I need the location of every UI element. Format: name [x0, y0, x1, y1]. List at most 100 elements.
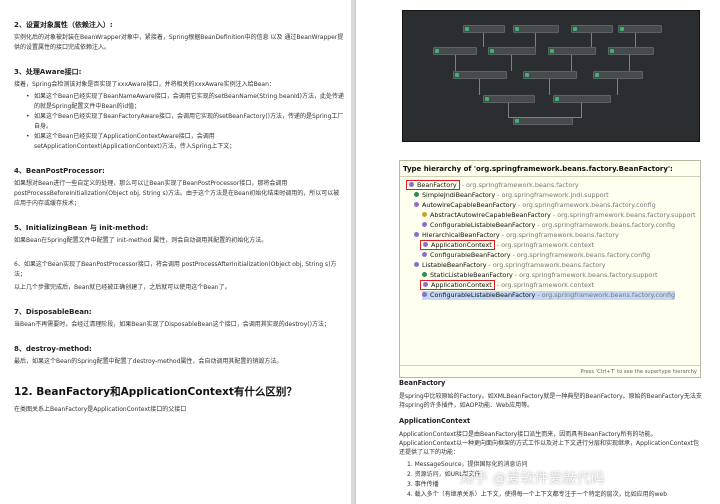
diagram-node [433, 47, 477, 55]
hierarchy-type-name: AutowireCapableBeanFactory [422, 201, 516, 209]
interface-icon [423, 282, 428, 287]
hierarchy-package: - org.springframework.beans.factory [486, 261, 606, 269]
question-12-body: 在类图关系上BeanFactory是ApplicationContext接口的父… [14, 406, 187, 413]
diagram-node [513, 117, 573, 125]
interface-icon [414, 202, 419, 207]
type-hierarchy-footer: Press 'Ctrl+T' to see the supertype hier… [580, 369, 697, 375]
class-icon [422, 272, 427, 277]
diagram-node [608, 47, 654, 55]
hierarchy-row-configurablelistablebeanfactory[interactable]: ConfigurableListableBeanFactory - org.sp… [422, 221, 675, 230]
type-hierarchy-title: Type hierarchy of 'org.springframework.b… [403, 165, 673, 173]
hierarchy-type-name: SimpleJndiBeanFactory [422, 191, 496, 199]
diagram-node [553, 95, 611, 103]
type-hierarchy-divider [400, 176, 700, 177]
right-document-page: Type hierarchy of 'org.springframework.b… [356, 0, 720, 504]
section-3-heading: 3、处理Aware接口: [14, 68, 82, 76]
left-page-content: 2、设置对象属性（依赖注入）: 实例化后的对象被封装在BeanWrapper对象… [14, 20, 344, 415]
diagram-node [548, 47, 596, 55]
diagram-node [513, 25, 559, 33]
hierarchy-type-name: ApplicationContext [431, 281, 492, 289]
abstract-class-icon [422, 212, 427, 217]
beanfactory-body: 是spring中比较原始的Factory。如XMLBeanFactory就是一种… [399, 393, 702, 409]
diagram-node [523, 71, 577, 79]
section-3-item-3: 如果这个Bean已经实现了ApplicationContextAware接口，会… [26, 132, 344, 152]
section-7-body: 当Bean不再需要时，会经过清理阶段，如果Bean实现了DisposableBe… [14, 321, 330, 328]
diagram-connector [635, 33, 636, 47]
interface-icon [422, 222, 427, 227]
hierarchy-row-configurablelistablebeanfactory-selected[interactable]: ConfigurableListableBeanFactory - org.sp… [422, 291, 676, 300]
hierarchy-type-name: ConfigurableListableBeanFactory [430, 221, 536, 229]
diagram-connector [571, 55, 572, 71]
section-4-body: 如果想对Bean进行一些自定义的处理，那么可以让Bean实现了BeanPostP… [14, 180, 340, 207]
diagram-connector [549, 79, 550, 95]
interface-icon [422, 252, 427, 257]
hierarchy-package: - org.springframework.jndi.support [495, 191, 609, 199]
section-2-heading: 2、设置对象属性（依赖注入）: [14, 21, 113, 29]
applicationcontext-heading: ApplicationContext [399, 417, 471, 425]
hierarchy-package: - org.springframework.beans.factory [459, 181, 579, 189]
interface-icon [423, 242, 428, 247]
hierarchy-package: - org.springframework.beans.factory.conf… [535, 291, 676, 299]
diagram-connector [479, 79, 480, 95]
class-diagram-screenshot [402, 10, 700, 142]
diagram-node [453, 71, 507, 79]
diagram-node [618, 25, 662, 33]
hierarchy-type-name: StaticListableBeanFactory [430, 271, 513, 279]
diagram-connector [455, 55, 456, 71]
applicationcontext-body: ApplicationContext接口是由BeanFactory接口派生而来，… [399, 431, 700, 456]
left-document-page: 2、设置对象属性（依赖注入）: 实例化后的对象被封装在BeanWrapper对象… [0, 0, 351, 504]
diagram-connector [511, 55, 512, 71]
question-12-heading: 12. BeanFactory和ApplicationContext有什么区别？ [14, 386, 297, 398]
section-3-intro: 接着，Spring会检测该对象是否实现了xxxAware接口，并将相关的xxxA… [14, 81, 275, 88]
hierarchy-package: - org.springframework.beans.factory [499, 231, 619, 239]
section-4-heading: 4、BeanPostProcessor: [14, 167, 105, 175]
section-8-heading: 8、destroy-method: [14, 345, 92, 353]
hierarchy-type-name: ApplicationContext [431, 241, 492, 249]
hierarchy-row-applicationcontext[interactable]: ApplicationContext - org.springframework… [420, 240, 595, 250]
beanfactory-heading: BeanFactory [399, 379, 446, 387]
interface-icon [414, 262, 419, 267]
section-6-body: 6、如果这个Bean实现了BeanPostProcessor接口，将会调用 po… [14, 261, 337, 278]
hierarchy-row-configurablebeanfactory[interactable]: ConfigurableBeanFactory - org.springfram… [422, 251, 650, 260]
diagram-node [483, 95, 535, 103]
hierarchy-package: - org.springframework.beans.factory.conf… [516, 201, 656, 209]
hierarchy-package: - org.springframework.beans.factory.supp… [550, 211, 696, 219]
section-6-followup: 以上几个步骤完成后，Bean就已经被正确创建了，之后就可以使用这个Bean了。 [14, 284, 231, 291]
hierarchy-type-name: ConfigurableBeanFactory [430, 251, 511, 259]
diagram-connector [617, 79, 618, 95]
diagram-node [463, 25, 505, 33]
hierarchy-type-name: BeanFactory [417, 181, 457, 189]
section-5-body: 如果Bean在Spring配置文件中配置了 init-method 属性，则会自… [14, 237, 268, 244]
section-2-body: 实例化后的对象被封装在BeanWrapper对象中，紧接着，Spring根据Be… [14, 34, 344, 51]
diagram-connector [535, 33, 536, 47]
class-icon [414, 192, 419, 197]
diagram-connector [508, 103, 509, 117]
section-5-heading: 5、InitializingBean 与 init-method: [14, 224, 149, 232]
diagram-connector [508, 117, 582, 118]
hierarchy-row-beanfactory[interactable]: BeanFactory - org.springframework.beans.… [406, 180, 579, 190]
hierarchy-row-autowirecapablebeanfactory[interactable]: AutowireCapableBeanFactory - org.springf… [414, 201, 656, 210]
diagram-connector [629, 55, 630, 71]
hierarchy-type-name: ConfigurableListableBeanFactory [430, 291, 536, 299]
interface-icon [414, 232, 419, 237]
hierarchy-row-hierarchicalbeanfactory[interactable]: HierarchicalBeanFactory - org.springfram… [414, 231, 619, 240]
interface-icon [422, 292, 427, 297]
hierarchy-package: - org.springframework.context [494, 241, 595, 249]
diagram-connector [591, 33, 592, 47]
type-hierarchy-popup: Type hierarchy of 'org.springframework.b… [399, 160, 701, 378]
diagram-node [571, 25, 613, 33]
applicationcontext-item-4: 4. 载入多个（有继承关系）上下文，使得每一个上下文都专注于一个特定的层次，比如… [407, 491, 668, 498]
zhihu-watermark: 知乎 @爱软件爱敲代码 [460, 471, 605, 487]
type-hierarchy-footer-divider [400, 365, 700, 366]
hierarchy-row-applicationcontext-2[interactable]: ApplicationContext - org.springframework… [420, 280, 594, 290]
diagram-connector [581, 103, 582, 117]
hierarchy-row-simplejndibeanfactory[interactable]: SimpleJndiBeanFactory - org.springframew… [414, 191, 609, 200]
hierarchy-row-listablebeanfactory[interactable]: ListableBeanFactory - org.springframewor… [414, 261, 606, 270]
diagram-connector [483, 33, 484, 47]
hierarchy-row-staticlistablebeanfactory[interactable]: StaticListableBeanFactory - org.springfr… [422, 271, 657, 280]
hierarchy-package: - org.springframework.beans.factory.supp… [512, 271, 658, 279]
diagram-node [488, 47, 536, 55]
hierarchy-type-name: HierarchicalBeanFactory [422, 231, 500, 239]
hierarchy-row-abstractautowirecapablebeanfactory[interactable]: AbstractAutowireCapableBeanFactory - org… [422, 211, 696, 220]
hierarchy-package: - org.springframework.beans.factory.conf… [510, 251, 651, 259]
